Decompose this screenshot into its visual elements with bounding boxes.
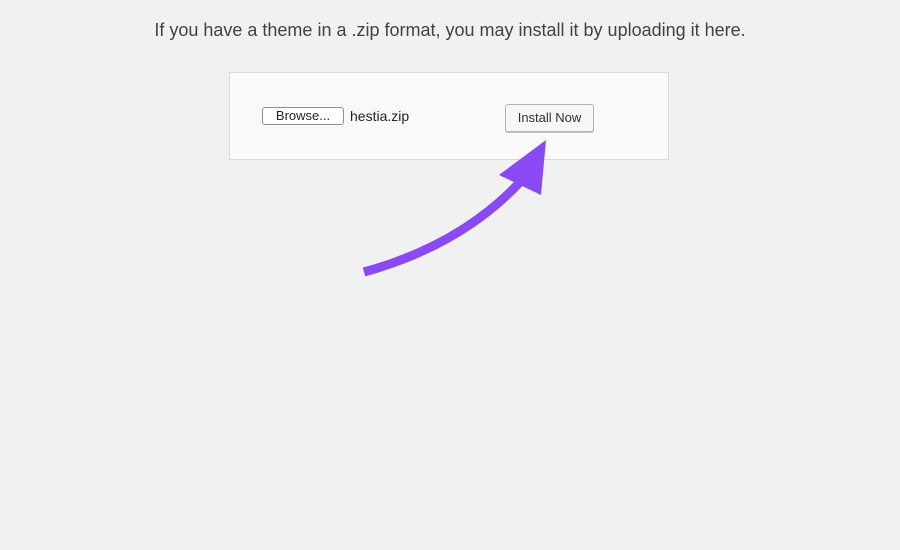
theme-upload-form: Browse... hestia.zip Install Now bbox=[229, 72, 669, 160]
selected-file-name: hestia.zip bbox=[350, 108, 410, 124]
theme-upload-page: If you have a theme in a .zip format, yo… bbox=[0, 0, 900, 550]
arrow-shaft bbox=[362, 176, 526, 277]
browse-button[interactable]: Browse... bbox=[262, 107, 344, 125]
upload-instructions: If you have a theme in a .zip format, yo… bbox=[154, 20, 746, 40]
install-now-button[interactable]: Install Now bbox=[505, 104, 594, 132]
